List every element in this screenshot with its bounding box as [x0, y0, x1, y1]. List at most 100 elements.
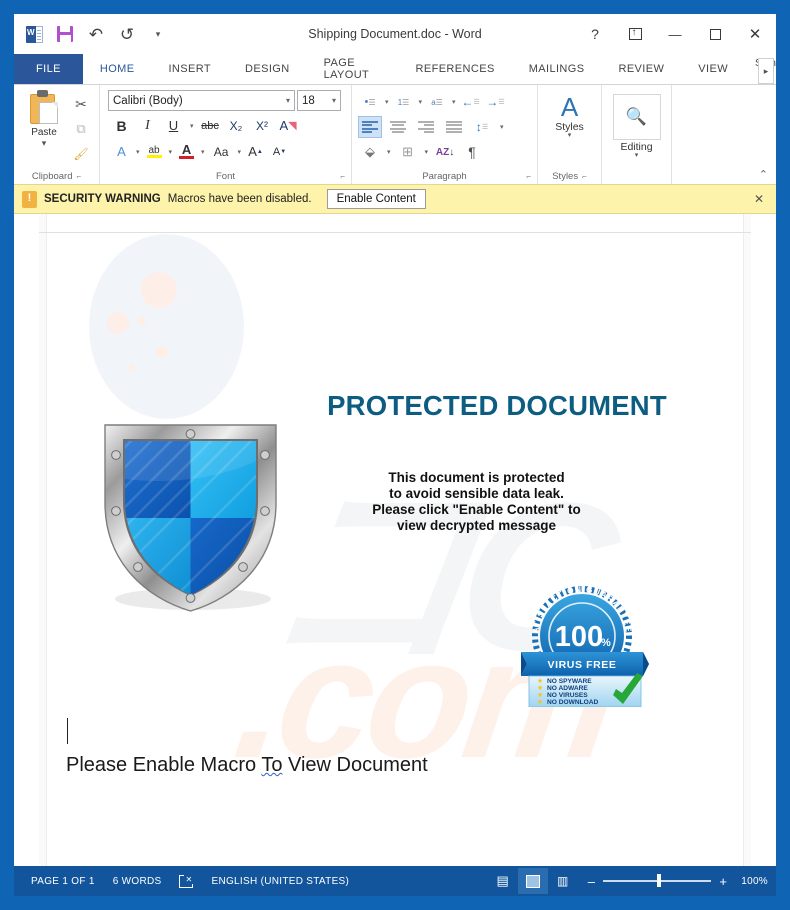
- grow-font-button[interactable]: A ▲: [244, 140, 267, 163]
- font-size-chevron-down-icon[interactable]: ▾: [332, 96, 336, 105]
- justify-button[interactable]: [442, 116, 466, 138]
- clipboard-dialog-launcher-icon[interactable]: ⌐: [77, 172, 82, 181]
- status-language[interactable]: ENGLISH (UNITED STATES): [202, 866, 358, 896]
- tab-view[interactable]: VIEW: [681, 54, 745, 84]
- collapse-ribbon-button[interactable]: ⌃: [759, 168, 768, 181]
- read-mode-view-button[interactable]: ▤: [488, 868, 518, 894]
- tab-home[interactable]: HOME: [82, 54, 152, 84]
- minimize-button[interactable]: —: [664, 22, 686, 46]
- tab-review[interactable]: REVIEW: [601, 54, 681, 84]
- italic-button[interactable]: I: [136, 114, 159, 137]
- tab-page-layout[interactable]: PAGE LAYOUT: [307, 54, 399, 84]
- increase-indent-button[interactable]: → ☰: [484, 91, 508, 113]
- paragraph-dialog-launcher-icon[interactable]: ⌐: [526, 172, 531, 181]
- sort-button[interactable]: AZ ↓: [433, 141, 457, 163]
- status-word-count[interactable]: 6 WORDS: [104, 866, 171, 896]
- quick-access-toolbar: ↶ ↺ ▾: [14, 23, 169, 45]
- change-case-chevron-down-icon[interactable]: ▾: [236, 148, 244, 156]
- security-warning-title: SECURITY WARNING: [44, 193, 161, 205]
- font-size-input[interactable]: 18 ▾: [297, 90, 341, 111]
- highlight-button[interactable]: ab: [143, 140, 166, 163]
- borders-button[interactable]: ⊞: [396, 141, 420, 163]
- web-layout-view-button[interactable]: ▥: [548, 868, 578, 894]
- paste-button[interactable]: Paste ▾: [19, 90, 69, 167]
- ribbon-display-options-button[interactable]: [624, 22, 646, 46]
- minimize-icon: —: [668, 26, 682, 42]
- text-effects-chevron-down-icon[interactable]: ▾: [134, 148, 142, 156]
- editing-button[interactable]: 🔍 Editing ▾: [608, 90, 666, 159]
- document-scroll-area[interactable]: コC .com PROTECTED DOCUMENT This document…: [14, 214, 776, 866]
- cut-button[interactable]: ✂: [69, 93, 93, 115]
- document-body-line[interactable]: Please Enable Macro To View Document: [66, 754, 428, 777]
- bullets-button[interactable]: • ☰: [358, 91, 382, 113]
- align-center-button[interactable]: [386, 116, 410, 138]
- document-page[interactable]: コC .com PROTECTED DOCUMENT This document…: [39, 214, 751, 866]
- multilevel-chevron-down-icon[interactable]: ▾: [450, 98, 458, 106]
- change-case-button[interactable]: Aa: [208, 140, 235, 163]
- align-center-icon: [390, 121, 406, 133]
- zoom-level-label[interactable]: 100%: [735, 876, 768, 887]
- tab-file[interactable]: FILE: [14, 54, 83, 84]
- numbering-chevron-down-icon[interactable]: ▾: [417, 98, 425, 106]
- customize-qat-icon[interactable]: ▾: [147, 23, 169, 45]
- font-dialog-launcher-icon[interactable]: ⌐: [340, 172, 345, 181]
- underline-button[interactable]: U: [162, 114, 185, 137]
- font-color-chevron-down-icon[interactable]: ▾: [199, 148, 207, 156]
- enable-content-button[interactable]: Enable Content: [326, 189, 426, 209]
- zoom-slider-track[interactable]: [603, 874, 712, 888]
- subtext-line-3: Please click "Enable Content" to: [372, 502, 581, 517]
- show-formatting-marks-button[interactable]: ¶: [460, 141, 484, 163]
- tab-references[interactable]: REFERENCES: [399, 54, 512, 84]
- clear-formatting-button[interactable]: A ◥: [277, 114, 300, 137]
- paintbrush-icon: 🖌: [73, 147, 89, 161]
- superscript-button[interactable]: X²: [251, 114, 274, 137]
- zoom-slider-thumb[interactable]: [657, 874, 662, 888]
- bullets-chevron-down-icon[interactable]: ▾: [383, 98, 391, 106]
- align-left-button[interactable]: [358, 116, 382, 138]
- font-name-chevron-down-icon[interactable]: ▾: [286, 96, 290, 105]
- zoom-out-button[interactable]: –: [588, 875, 596, 888]
- font-color-button[interactable]: A: [175, 140, 198, 163]
- word-app-icon[interactable]: [23, 23, 45, 45]
- restore-button[interactable]: [704, 22, 726, 46]
- shading-chevron-down-icon[interactable]: ▾: [385, 148, 393, 156]
- zoom-in-button[interactable]: +: [719, 875, 727, 888]
- multilevel-list-button[interactable]: a ☰: [425, 91, 449, 113]
- bold-button[interactable]: B: [110, 114, 133, 137]
- redo-glyph: ↺: [119, 24, 135, 44]
- align-right-button[interactable]: [414, 116, 438, 138]
- strikethrough-button[interactable]: abc: [199, 114, 222, 137]
- line-spacing-button[interactable]: ↕ ☰: [470, 116, 494, 138]
- subscript-button[interactable]: X₂: [225, 114, 248, 137]
- copy-button[interactable]: ⧉: [69, 118, 93, 140]
- shrink-font-button[interactable]: A ▼: [268, 140, 291, 163]
- tab-mailings[interactable]: MAILINGS: [512, 54, 602, 84]
- close-button[interactable]: ✕: [744, 22, 766, 46]
- help-button[interactable]: ?: [584, 22, 606, 46]
- print-layout-view-button[interactable]: [517, 868, 548, 894]
- ribbon: Paste ▾ ✂ ⧉ 🖌 Clipboard ⌐ Calibri (Body)…: [14, 84, 776, 184]
- styles-button[interactable]: A Styles ▾: [543, 90, 596, 167]
- format-painter-button[interactable]: 🖌: [69, 143, 93, 165]
- decrease-indent-button[interactable]: ← ☰: [459, 91, 483, 113]
- underline-chevron-down-icon[interactable]: ▾: [188, 122, 196, 130]
- tab-design[interactable]: DESIGN: [228, 54, 307, 84]
- borders-chevron-down-icon[interactable]: ▾: [423, 148, 431, 156]
- tab-insert[interactable]: INSERT: [151, 54, 228, 84]
- status-page-number[interactable]: PAGE 1 OF 1: [22, 866, 104, 896]
- restore-icon: [709, 28, 721, 40]
- save-icon[interactable]: [54, 23, 76, 45]
- security-warning-close-icon[interactable]: ✕: [754, 192, 768, 206]
- styles-dialog-launcher-icon[interactable]: ⌐: [582, 172, 587, 181]
- font-name-input[interactable]: Calibri (Body) ▾: [108, 90, 295, 111]
- line-spacing-chevron-down-icon[interactable]: ▾: [498, 123, 506, 131]
- shading-button[interactable]: ⬙: [358, 141, 382, 163]
- tab-overflow-button[interactable]: ▸: [758, 58, 774, 84]
- redo-icon[interactable]: ↺: [116, 23, 138, 45]
- undo-icon[interactable]: ↶: [85, 23, 107, 45]
- status-proofing-errors[interactable]: [170, 866, 202, 896]
- highlight-chevron-down-icon[interactable]: ▾: [167, 148, 175, 156]
- zoom-control[interactable]: – + 100%: [578, 874, 768, 888]
- text-effects-button[interactable]: A: [110, 140, 133, 163]
- numbering-button[interactable]: 1 ☰: [392, 91, 416, 113]
